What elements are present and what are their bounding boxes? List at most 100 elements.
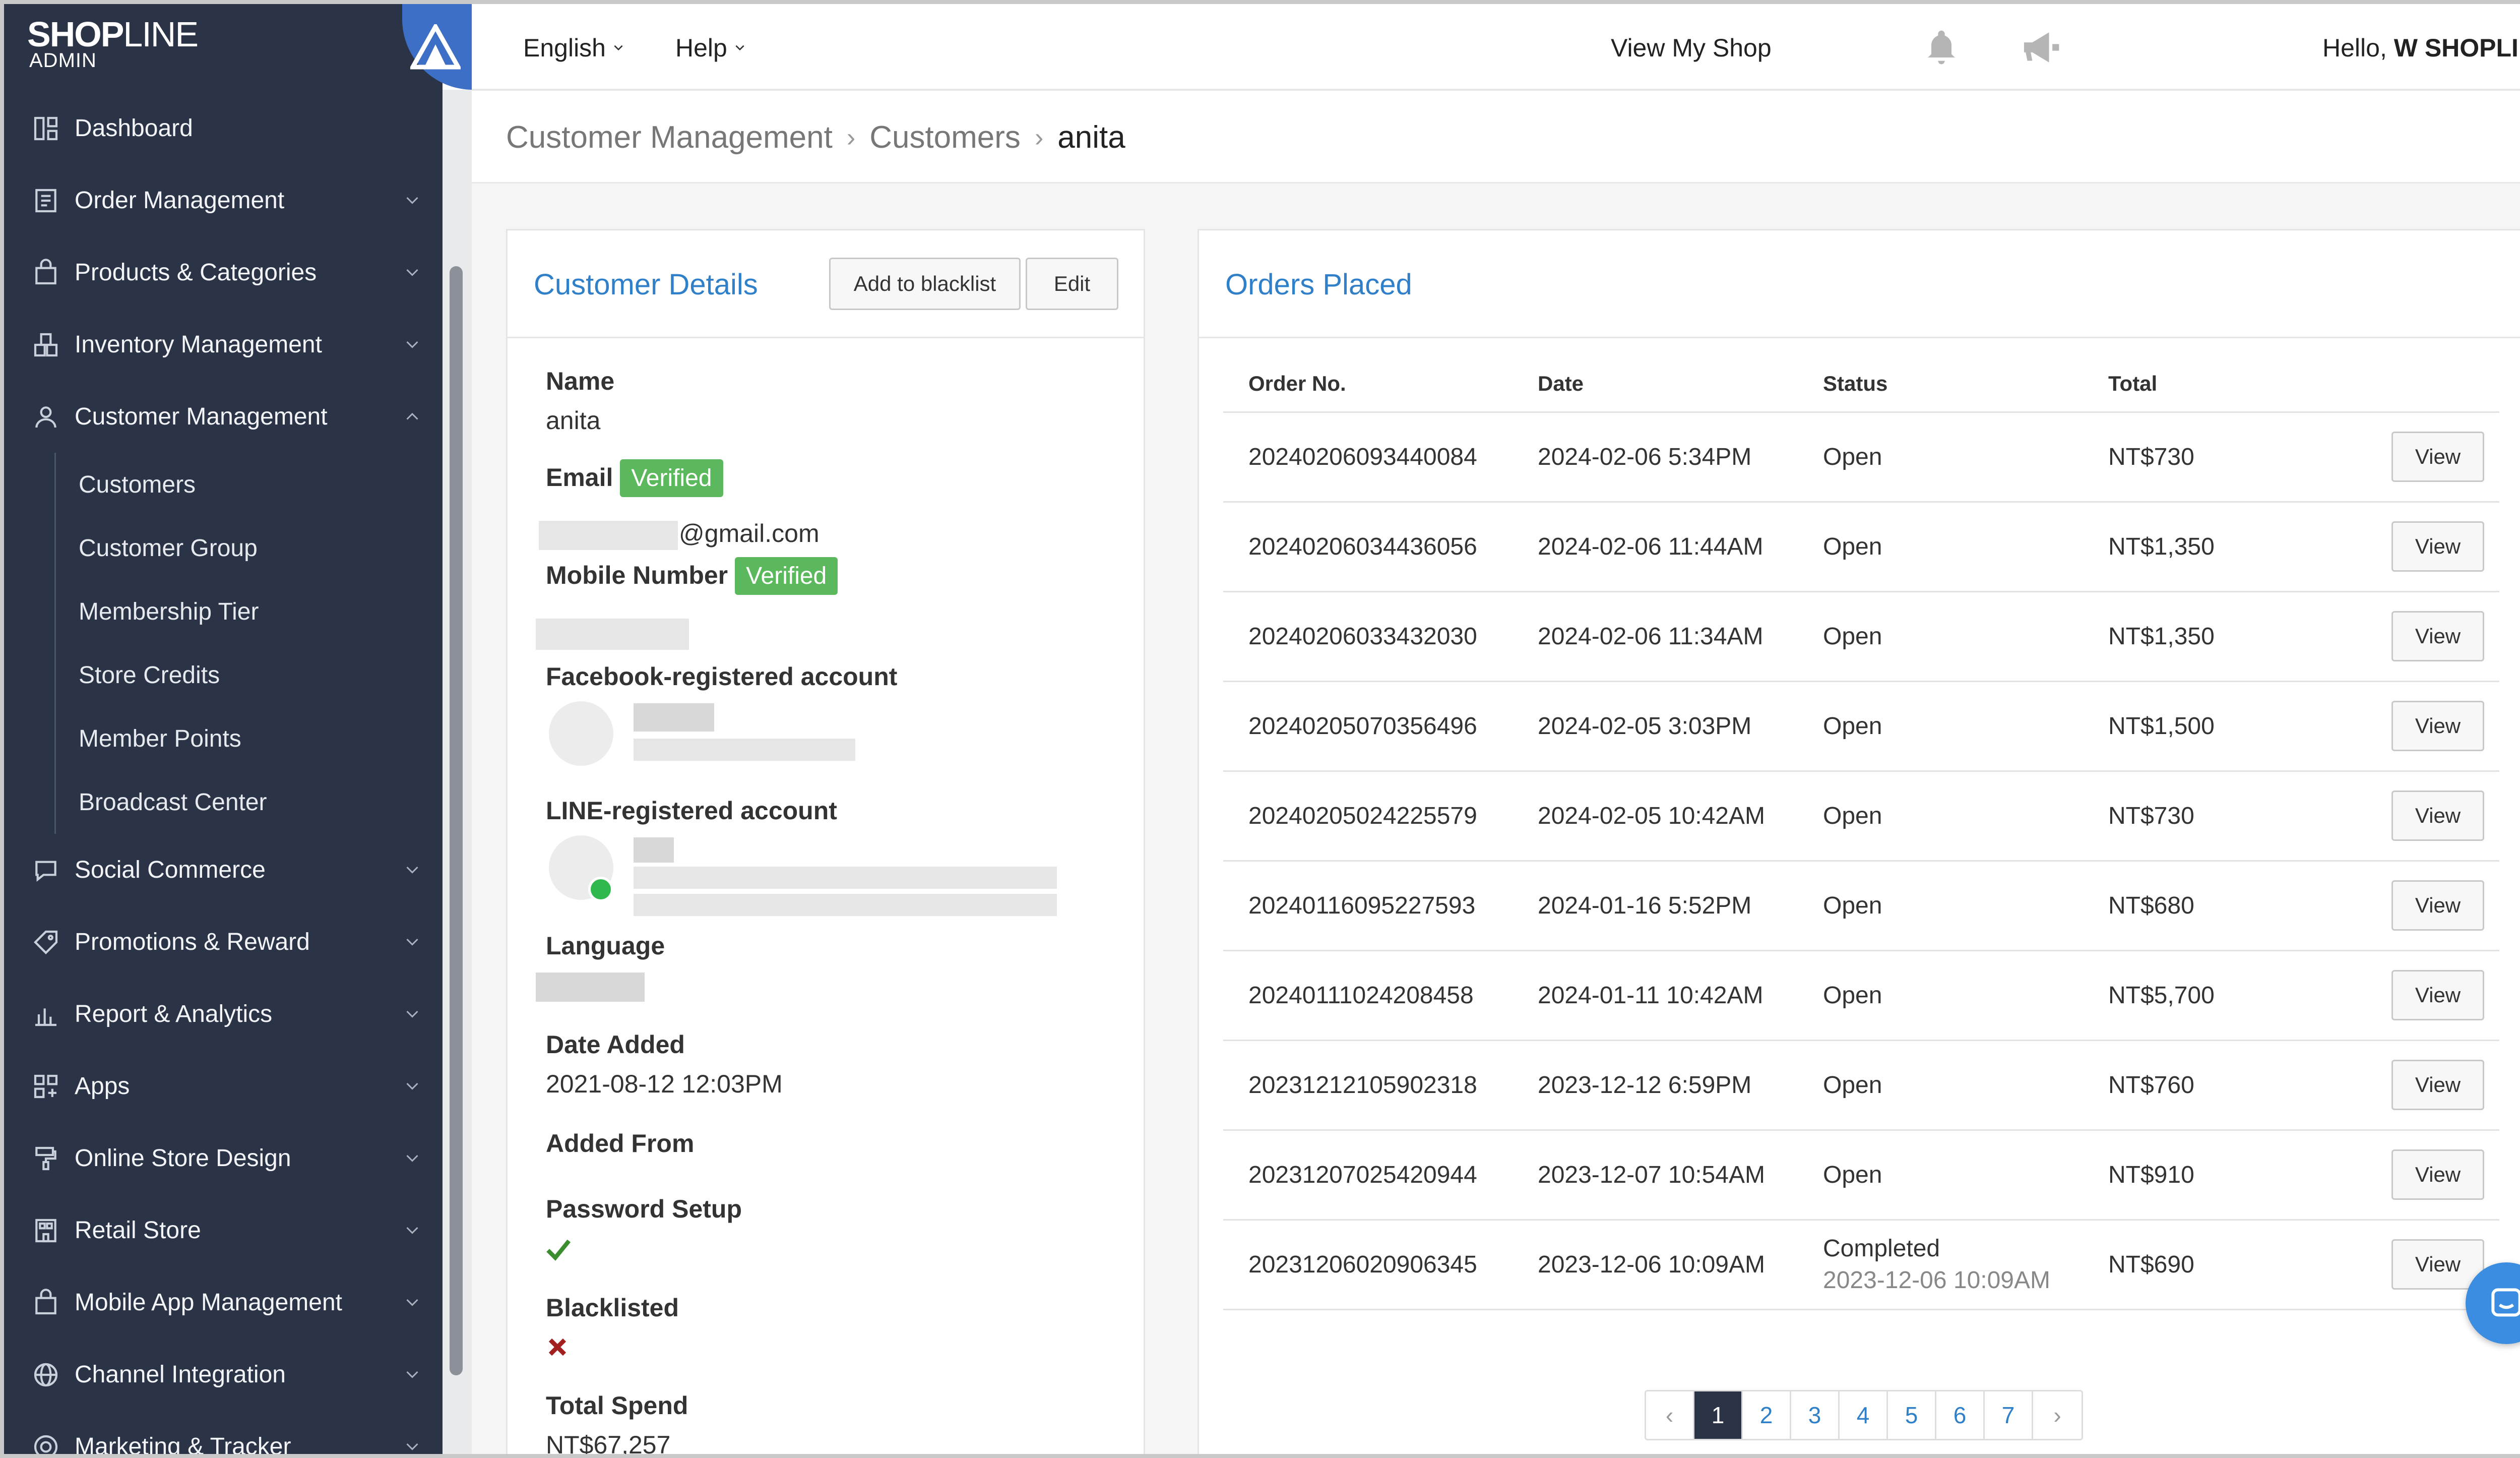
redacted-fb-id — [634, 739, 855, 761]
mountain-icon — [410, 24, 461, 70]
sidebar-item-online-store-design[interactable]: Online Store Design — [4, 1122, 443, 1194]
page-1-button[interactable]: 1 — [1694, 1391, 1743, 1439]
sidebar-item-promotions[interactable]: Promotions & Reward — [4, 906, 443, 978]
page-7-button[interactable]: 7 — [1985, 1391, 2033, 1439]
status-date: 2023-12-06 10:09AM — [1823, 1267, 2050, 1294]
add-to-blacklist-button[interactable]: Add to blacklist — [829, 258, 1021, 310]
language-dropdown[interactable]: English — [523, 33, 625, 63]
chevron-down-icon — [406, 197, 418, 204]
page-2-button[interactable]: 2 — [1743, 1391, 1791, 1439]
sidebar-scrollbar[interactable] — [450, 266, 463, 1375]
logo-subtext: ADMIN — [29, 49, 97, 72]
page-6-button[interactable]: 6 — [1936, 1391, 1985, 1439]
table-row: 20240116095227593 2024-01-16 5:52PM Open NT… — [1223, 861, 2499, 951]
sidebar-item-label: Customer Management — [75, 403, 328, 430]
sidebar-item-mobile-app[interactable]: Mobile App Management — [4, 1266, 443, 1339]
col-order-no: Order No. — [1223, 356, 1513, 413]
page-4-button[interactable]: 4 — [1840, 1391, 1888, 1439]
order-status-cell: Completed 2023-12-06 10:09AM — [1798, 1220, 2083, 1310]
breadcrumb-customers[interactable]: Customers — [869, 119, 1021, 155]
sidebar-item-products[interactable]: Products & Categories — [4, 236, 443, 309]
help-dropdown[interactable]: Help — [675, 33, 746, 63]
sidebar-item-order-management[interactable]: Order Management — [4, 164, 443, 236]
view-order-button[interactable]: View — [2391, 521, 2484, 572]
sidebar-item-retail-store[interactable]: Retail Store — [4, 1194, 443, 1266]
chevron-down-icon — [406, 1082, 418, 1090]
order-number: 20240111024208458 — [1223, 950, 1513, 1041]
view-order-button[interactable]: View — [2391, 970, 2484, 1020]
order-total: NT$680 — [2083, 861, 2335, 951]
page-3-button[interactable]: 3 — [1791, 1391, 1840, 1439]
sidebar-item-social-commerce[interactable]: Social Commerce — [4, 834, 443, 906]
user-name: W SHOPLINE — [2393, 34, 2520, 62]
order-status-cell: Open — [1798, 861, 2083, 951]
sidebar-subitem-member-points[interactable]: Member Points — [54, 707, 443, 770]
chevron-down-icon — [406, 1299, 418, 1306]
chevron-down-icon — [406, 938, 418, 946]
sidebar-subitem-store-credits[interactable]: Store Credits — [54, 643, 443, 707]
sidebar-item-inventory[interactable]: Inventory Management — [4, 309, 443, 381]
sidebar-nav: Dashboard Order Management Products & Ca… — [4, 92, 443, 1454]
app-switcher-button[interactable] — [402, 4, 473, 90]
main-content: Customer Management › Customers › anita … — [472, 93, 2520, 1454]
sidebar-item-apps[interactable]: Apps — [4, 1050, 443, 1122]
view-order-button[interactable]: View — [2391, 1060, 2484, 1110]
edit-button[interactable]: Edit — [1026, 258, 1118, 310]
tag-icon — [30, 927, 61, 958]
table-row: 20231212105902318 2023-12-12 6:59PM Open NT… — [1223, 1040, 2499, 1131]
order-total: NT$1,350 — [2083, 591, 2335, 682]
breadcrumb-customer-management[interactable]: Customer Management — [506, 119, 833, 155]
view-order-button[interactable]: View — [2391, 611, 2484, 661]
orders-placed-panel: Orders Placed Order No. Date Status Tota… — [1198, 229, 2520, 1454]
order-date: 2023-12-12 6:59PM — [1513, 1040, 1798, 1131]
sidebar-item-marketing-tracker[interactable]: Marketing & Tracker — [4, 1411, 443, 1454]
col-total: Total — [2083, 356, 2335, 413]
page-5-button[interactable]: 5 — [1888, 1391, 1936, 1439]
page-prev-button[interactable]: ‹ — [1646, 1391, 1694, 1439]
sidebar-item-dashboard[interactable]: Dashboard — [4, 92, 443, 164]
order-status-cell: Open — [1798, 771, 2083, 862]
order-date: 2024-01-16 5:52PM — [1513, 861, 1798, 951]
redacted-line-id-2 — [634, 894, 1057, 916]
view-order-button[interactable]: View — [2391, 1239, 2484, 1290]
chart-icon — [30, 999, 61, 1030]
order-actions: View — [2335, 681, 2499, 772]
megaphone-icon[interactable] — [2019, 27, 2062, 70]
order-status-cell: Open — [1798, 502, 2083, 592]
view-order-button[interactable]: View — [2391, 880, 2484, 931]
store-icon — [30, 1215, 61, 1246]
col-actions — [2335, 356, 2499, 413]
sidebar-item-report-analytics[interactable]: Report & Analytics — [4, 978, 443, 1050]
app-window: SHOPLINE ADMIN Dashboard Order Managemen… — [0, 0, 2520, 1458]
order-total: NT$730 — [2083, 412, 2335, 503]
brand-logo[interactable]: SHOPLINE ADMIN — [4, 4, 473, 90]
sidebar-item-label: Channel Integration — [75, 1361, 286, 1388]
sidebar-item-label: Order Management — [75, 187, 285, 214]
view-order-button[interactable]: View — [2391, 791, 2484, 841]
view-order-button[interactable]: View — [2391, 1149, 2484, 1200]
order-status: Open — [1823, 1071, 1882, 1099]
sidebar-item-label: Mobile App Management — [75, 1289, 342, 1316]
email-label-row: Email Verified — [546, 459, 723, 497]
order-status: Open — [1823, 533, 1882, 560]
sidebar-subitem-customer-group[interactable]: Customer Group — [54, 516, 443, 580]
sidebar-subitem-membership-tier[interactable]: Membership Tier — [54, 580, 443, 643]
view-order-button[interactable]: View — [2391, 432, 2484, 482]
notification-bell-icon[interactable] — [1921, 27, 1962, 70]
page-next-button[interactable]: › — [2033, 1391, 2082, 1439]
order-actions: View — [2335, 861, 2499, 951]
sidebar-subitem-broadcast-center[interactable]: Broadcast Center — [54, 770, 443, 834]
table-row: 20240205024225579 2024-02-05 10:42AM Open N… — [1223, 771, 2499, 862]
user-menu[interactable]: Hello, W SHOPLINE — [2322, 33, 2520, 63]
sidebar-subitem-customers[interactable]: Customers — [54, 453, 443, 516]
table-row: 20240206033432030 2024-02-06 11:34AM Open N… — [1223, 591, 2499, 682]
order-date: 2023-12-07 10:54AM — [1513, 1130, 1798, 1221]
name-value: anita — [546, 406, 601, 435]
order-actions: View — [2335, 1040, 2499, 1131]
sidebar-item-customer-management[interactable]: Customer Management — [4, 381, 443, 453]
order-status: Open — [1823, 623, 1882, 650]
view-my-shop-link[interactable]: View My Shop — [1611, 33, 1772, 63]
sidebar-item-channel-integration[interactable]: Channel Integration — [4, 1339, 443, 1411]
view-order-button[interactable]: View — [2391, 701, 2484, 751]
breadcrumb-current: anita — [1057, 120, 1125, 155]
